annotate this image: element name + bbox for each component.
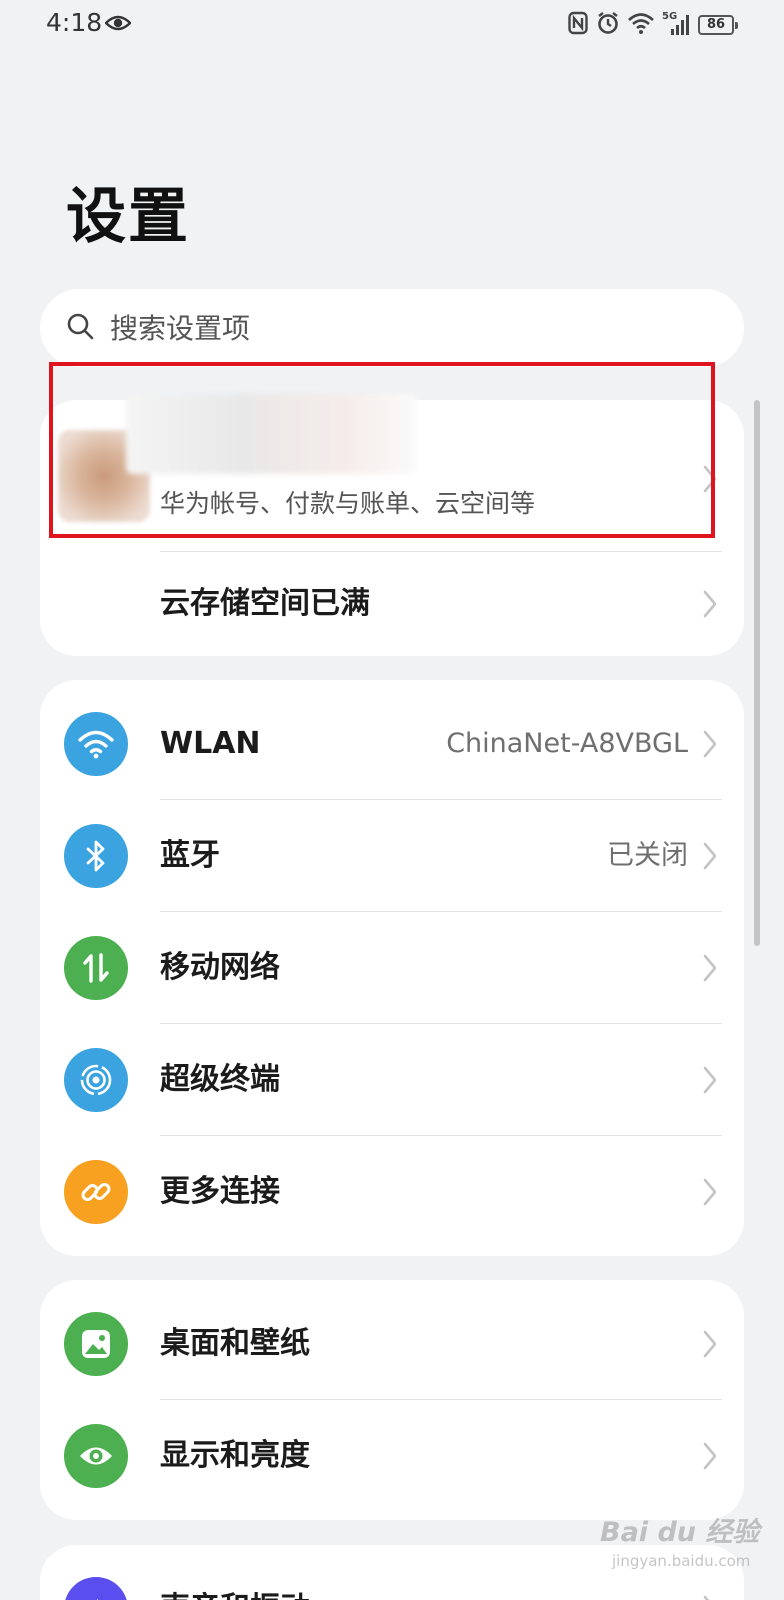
chevron-right-icon bbox=[702, 953, 718, 987]
status-time: 4:18 bbox=[46, 8, 103, 37]
watermark-logo: Bai du 经验 bbox=[600, 1517, 760, 1548]
bluetooth-icon bbox=[64, 824, 128, 888]
chevron-right-icon bbox=[702, 1329, 718, 1363]
display-brightness-row[interactable]: 显示和亮度 bbox=[40, 1400, 744, 1512]
mobile-data-icon bbox=[64, 936, 128, 1000]
status-icons: 5G 86 bbox=[568, 11, 738, 39]
sound-label: 声音和振动 bbox=[160, 1553, 310, 1600]
wlan-label: WLAN bbox=[160, 726, 261, 761]
chevron-right-icon bbox=[702, 1441, 718, 1475]
signal-icon: 5G bbox=[662, 11, 690, 37]
search-bar[interactable] bbox=[40, 289, 744, 367]
wlan-row[interactable]: WLAN ChinaNet-A8VBGL bbox=[40, 688, 744, 800]
mobile-network-label: 移动网络 bbox=[160, 950, 280, 985]
nfc-icon bbox=[568, 11, 588, 39]
more-connections-label: 更多连接 bbox=[160, 1174, 280, 1209]
chevron-right-icon bbox=[702, 1177, 718, 1211]
super-device-row[interactable]: 超级终端 bbox=[40, 1024, 744, 1136]
battery-icon: 86 bbox=[698, 15, 738, 35]
chevron-right-icon bbox=[702, 729, 718, 763]
cloud-storage-label: 云存储空间已满 bbox=[160, 586, 370, 621]
search-icon bbox=[66, 312, 94, 344]
watermark-url: jingyan.baidu.com bbox=[612, 1552, 751, 1570]
wallpaper-row[interactable]: 桌面和壁纸 bbox=[40, 1288, 744, 1400]
display-brightness-label: 显示和亮度 bbox=[160, 1438, 310, 1473]
wallpaper-label: 桌面和壁纸 bbox=[160, 1326, 310, 1361]
page-title: 设置 bbox=[66, 182, 190, 252]
more-connections-row[interactable]: 更多连接 bbox=[40, 1136, 744, 1248]
mobile-network-row[interactable]: 移动网络 bbox=[40, 912, 744, 1024]
display-card: 桌面和壁纸 显示和亮度 bbox=[40, 1280, 744, 1520]
connectivity-card: WLAN ChinaNet-A8VBGL 蓝牙 已关闭 移动网络 超级终端 更多… bbox=[40, 680, 744, 1256]
chevron-right-icon bbox=[702, 589, 718, 623]
super-device-label: 超级终端 bbox=[160, 1062, 280, 1097]
bluetooth-label: 蓝牙 bbox=[160, 838, 220, 873]
eye-comfort-icon bbox=[104, 12, 132, 38]
highlight-box bbox=[49, 362, 715, 538]
wlan-value: ChinaNet-A8VBGL bbox=[446, 728, 688, 759]
alarm-icon bbox=[596, 11, 620, 39]
chevron-right-icon bbox=[702, 1594, 718, 1600]
eye-icon bbox=[64, 1424, 128, 1488]
super-device-icon bbox=[64, 1048, 128, 1112]
chevron-right-icon bbox=[702, 841, 718, 875]
link-icon bbox=[64, 1160, 128, 1224]
bluetooth-row[interactable]: 蓝牙 已关闭 bbox=[40, 800, 744, 912]
sound-icon bbox=[64, 1577, 128, 1600]
chevron-right-icon bbox=[702, 1065, 718, 1099]
search-input[interactable] bbox=[110, 311, 670, 345]
wifi-status-icon bbox=[628, 12, 654, 38]
scrollbar[interactable] bbox=[754, 400, 760, 946]
status-bar: 4:18 5G 86 bbox=[0, 0, 784, 48]
wifi-icon bbox=[64, 712, 128, 776]
bluetooth-value: 已关闭 bbox=[607, 840, 688, 871]
wallpaper-icon bbox=[64, 1312, 128, 1376]
cloud-storage-row[interactable]: 云存储空间已满 bbox=[40, 552, 744, 656]
